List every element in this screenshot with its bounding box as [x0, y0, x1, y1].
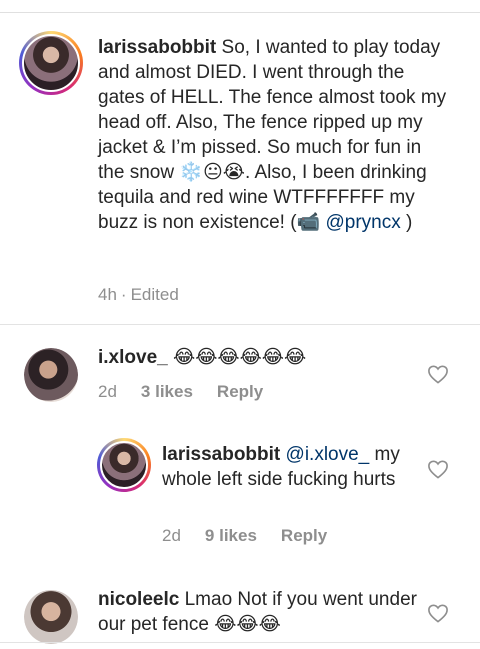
- comment-time: 2d: [98, 382, 117, 401]
- comment-time: 2d: [162, 526, 181, 545]
- comment: nicoleelc Lmao Not if you went under our…: [98, 587, 423, 637]
- divider: [0, 324, 480, 325]
- top-divider: [0, 12, 480, 13]
- meta-dot: ·: [120, 285, 127, 304]
- avatar[interactable]: [24, 590, 78, 644]
- avatar[interactable]: [97, 438, 151, 492]
- reply-button[interactable]: Reply: [217, 382, 263, 402]
- bottom-divider: [0, 642, 480, 643]
- comment-text: So, I wanted to play today and almost DI…: [98, 37, 447, 233]
- comment: i.xlove_ 😂😂😂😂😂😂: [98, 345, 418, 370]
- mention-link[interactable]: @pryncx: [325, 212, 400, 233]
- comment-username[interactable]: nicoleelc: [98, 589, 179, 610]
- caption-comment: larissabobbit So, I wanted to play today…: [98, 35, 448, 235]
- reply-comment: larissabobbit @i.xlove_ my whole left si…: [162, 442, 417, 492]
- comment-username[interactable]: larissabobbit: [162, 444, 280, 465]
- heart-outline-icon[interactable]: [427, 364, 449, 384]
- comment-meta: 2d 9 likes Reply: [162, 526, 327, 546]
- likes-count[interactable]: 3 likes: [141, 382, 193, 402]
- heart-outline-icon[interactable]: [427, 603, 449, 623]
- avatar[interactable]: [24, 348, 78, 402]
- reply-button[interactable]: Reply: [281, 526, 327, 546]
- likes-count[interactable]: 9 likes: [205, 526, 257, 546]
- avatar[interactable]: [19, 31, 83, 95]
- comment-meta: 2d 3 likes Reply: [98, 382, 263, 402]
- comment-username[interactable]: i.xlove_: [98, 347, 168, 368]
- comment-username[interactable]: larissabobbit: [98, 37, 216, 58]
- mention-link[interactable]: @i.xlove_: [286, 444, 370, 465]
- edited-label: Edited: [130, 285, 179, 304]
- comment-text: 😂😂😂😂😂😂: [173, 347, 307, 368]
- comment-meta: 4h · Edited: [98, 285, 179, 305]
- heart-outline-icon[interactable]: [427, 459, 449, 479]
- comment-time: 4h: [98, 285, 117, 304]
- comment-text-end: ): [406, 212, 413, 233]
